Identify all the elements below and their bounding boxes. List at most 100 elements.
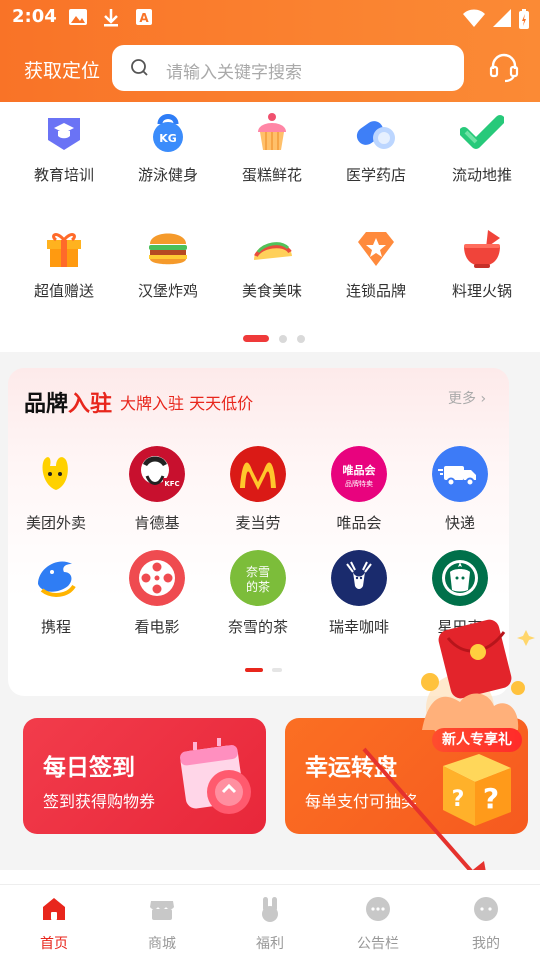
signal-icon xyxy=(492,8,512,32)
taco-icon xyxy=(250,226,294,270)
luckin-deer-logo xyxy=(331,550,387,606)
svg-text:KG: KG xyxy=(159,132,177,145)
brand-item-meituan[interactable]: 美团外卖 xyxy=(6,446,106,533)
delivery-truck-icon xyxy=(432,446,488,502)
tab-bulletin[interactable]: 公告栏 xyxy=(324,895,432,953)
customer-service-icon[interactable] xyxy=(488,52,520,88)
bottom-tab-bar: 首页 商城 福利 公告栏 我的 xyxy=(0,884,540,960)
kfc-logo: KFC xyxy=(129,446,185,502)
brand-item-luckin[interactable]: 瑞幸咖啡 xyxy=(309,550,409,637)
category-item-fitness[interactable]: KG 游泳健身 xyxy=(114,110,222,185)
pager-dot xyxy=(272,668,282,672)
chevron-right-icon: › xyxy=(480,391,487,407)
svg-text:KFC: KFC xyxy=(164,480,179,488)
svg-text:唯品会: 唯品会 xyxy=(343,463,377,477)
brand-panel-subtitle: 大牌入驻 天天低价 xyxy=(120,390,253,414)
tab-home[interactable]: 首页 xyxy=(0,895,108,953)
tab-profile[interactable]: 我的 xyxy=(432,895,540,953)
cupcake-icon xyxy=(250,110,294,154)
tab-label: 商城 xyxy=(148,936,176,952)
category-item-burger[interactable]: 汉堡炸鸡 xyxy=(114,226,222,301)
category-label: 流动地推 xyxy=(451,166,512,184)
check-badge-icon xyxy=(459,110,505,154)
tab-label: 首页 xyxy=(40,936,68,952)
ctrip-dolphin-logo xyxy=(28,550,84,606)
brand-item-nayuki[interactable]: 奈雪 的茶 奈雪的茶 xyxy=(208,550,308,637)
brand-label: 肯德基 xyxy=(134,514,180,532)
more-link[interactable]: 更多 › xyxy=(448,388,486,408)
brand-item-ctrip[interactable]: 携程 xyxy=(6,550,106,637)
gift-icon xyxy=(42,226,86,270)
brand-item-vip[interactable]: 唯品会 品牌特卖 唯品会 xyxy=(309,446,409,533)
category-item-food[interactable]: 美食美味 xyxy=(218,226,326,301)
meituan-logo xyxy=(28,446,84,502)
status-time: 2:04 xyxy=(12,6,57,27)
brand-subtitle-1: 大牌入驻 xyxy=(120,394,185,413)
store-icon xyxy=(148,895,176,923)
brand-label: 麦当劳 xyxy=(235,514,281,532)
star-diamond-icon xyxy=(354,226,398,270)
brand-label: 携程 xyxy=(40,618,71,636)
font-a-icon: A xyxy=(135,8,153,30)
brand-label: 奈雪的茶 xyxy=(227,618,288,636)
brand-label: 看电影 xyxy=(134,618,180,636)
category-item-hotpot[interactable]: 料理火锅 xyxy=(428,226,536,301)
category-label: 教育培训 xyxy=(33,166,94,184)
category-item-cake[interactable]: 蛋糕鲜花 xyxy=(218,110,326,185)
profile-chat-icon xyxy=(472,895,500,923)
daily-checkin-card[interactable]: 每日签到 签到获得购物券 xyxy=(23,718,266,834)
brand-item-mcdonalds[interactable]: 麦当劳 xyxy=(208,446,308,533)
mortar-icon xyxy=(460,226,504,270)
pager-dot-active xyxy=(243,335,269,342)
category-label: 美食美味 xyxy=(241,282,302,300)
image-icon xyxy=(68,8,88,30)
brand-item-movie[interactable]: 看电影 xyxy=(107,550,207,637)
calendar-icon xyxy=(173,736,259,826)
search-bar[interactable]: 请输入关键字搜索 xyxy=(112,45,464,91)
brand-title-part: 品牌 xyxy=(24,392,69,417)
category-item-pharmacy[interactable]: 医学药店 xyxy=(322,110,430,185)
brand-panel-title: 品牌入驻 xyxy=(24,386,112,418)
tab-label: 公告栏 xyxy=(357,936,399,952)
more-label: 更多 xyxy=(448,391,476,407)
wifi-icon xyxy=(462,8,486,32)
vip-logo: 唯品会 品牌特卖 xyxy=(331,446,387,502)
category-label: 蛋糕鲜花 xyxy=(241,166,302,184)
category-pager xyxy=(0,335,540,345)
category-item-education[interactable]: 教育培训 xyxy=(10,110,118,185)
graduation-cap-icon xyxy=(42,110,86,154)
pager-dot xyxy=(297,335,305,343)
tab-welfare[interactable]: 福利 xyxy=(216,895,324,953)
tab-label: 福利 xyxy=(256,936,284,952)
category-label: 连锁品牌 xyxy=(345,282,406,300)
tab-label: 我的 xyxy=(472,936,500,952)
category-item-gift[interactable]: 超值赠送 xyxy=(10,226,118,301)
status-bar: 2:04 A xyxy=(0,0,540,36)
pager-dot xyxy=(279,335,287,343)
category-item-promotion[interactable]: 流动地推 xyxy=(428,110,536,185)
svg-text:A: A xyxy=(139,11,149,25)
download-icon xyxy=(102,8,120,32)
search-icon xyxy=(130,58,150,82)
pager-dot-active xyxy=(245,668,263,672)
brand-item-kfc[interactable]: KFC 肯德基 xyxy=(107,446,207,533)
mcdonalds-logo xyxy=(230,446,286,502)
header: 2:04 A 获取定位 请输入关键字搜索 xyxy=(0,0,540,102)
svg-text:的茶: 的茶 xyxy=(246,579,270,594)
card-title: 每日签到 xyxy=(43,755,135,781)
home-icon xyxy=(40,895,68,923)
bunny-icon xyxy=(256,895,284,923)
film-reel-icon xyxy=(129,550,185,606)
category-label: 汉堡炸鸡 xyxy=(137,282,198,300)
category-label: 料理火锅 xyxy=(451,282,512,300)
starbucks-logo xyxy=(432,550,488,606)
brand-label: 美团外卖 xyxy=(25,514,86,532)
tab-store[interactable]: 商城 xyxy=(108,895,216,953)
svg-text:品牌特卖: 品牌特卖 xyxy=(345,479,373,488)
search-input[interactable]: 请输入关键字搜索 xyxy=(166,58,302,83)
location-button[interactable]: 获取定位 xyxy=(24,56,100,83)
chat-bubble-icon xyxy=(364,895,392,923)
category-item-chain-brand[interactable]: 连锁品牌 xyxy=(322,226,430,301)
brand-label: 快递 xyxy=(444,514,475,532)
brand-item-express[interactable]: 快递 xyxy=(410,446,510,533)
